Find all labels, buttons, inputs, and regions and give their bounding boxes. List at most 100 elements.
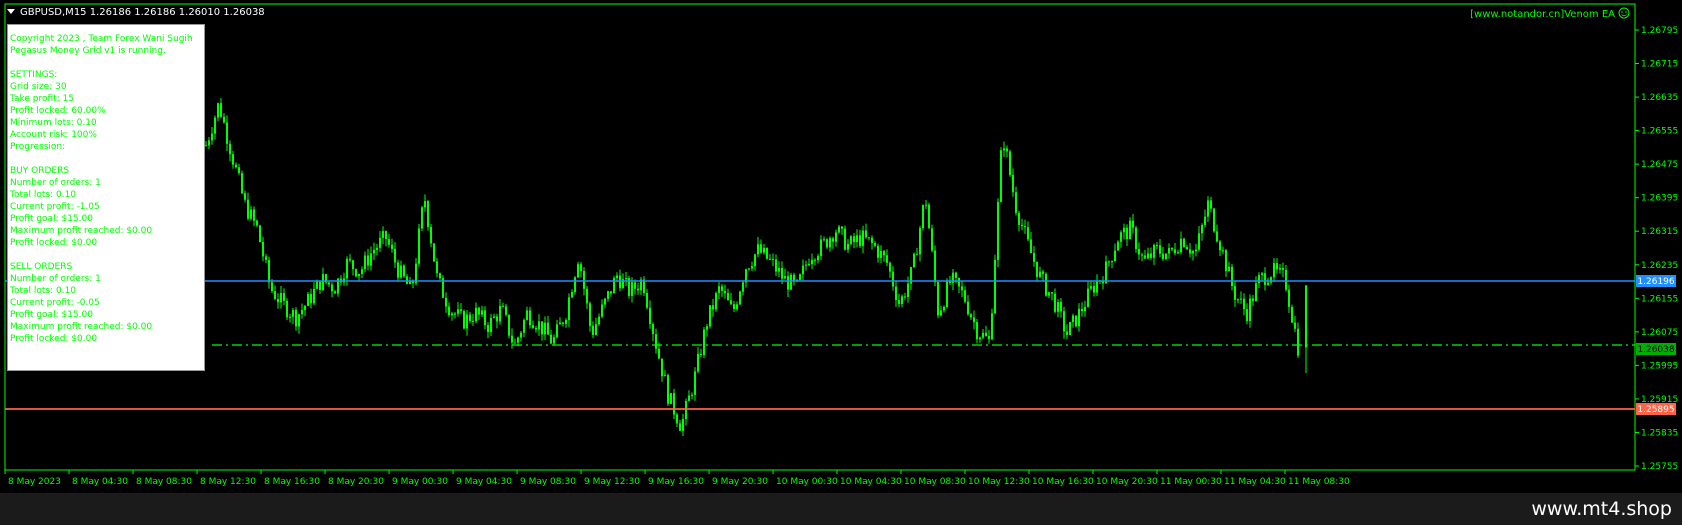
candle [1051,292,1053,301]
candle [349,253,351,263]
candle [1297,322,1299,358]
candle [1048,292,1050,299]
info-line: Pegasus Money Grid v1 is running. [10,46,166,56]
candle [724,284,726,299]
price-tick-label: 1.26315 [1641,227,1678,237]
candle [226,115,228,152]
candle [967,295,969,316]
info-line: Take profit: 15 [10,94,75,104]
candle [670,393,672,404]
time-tick-label: 9 May 16:30 [648,477,704,487]
chart-window[interactable]: GBPUSD,M15 1.26186 1.26186 1.26010 1.260… [0,0,1682,493]
candle [823,236,825,242]
candle [286,298,288,321]
candle [1096,274,1098,296]
candle [541,321,543,341]
candle [628,275,630,299]
candle [640,276,642,296]
candle [970,312,972,320]
time-tick-label: 10 May 08:30 [904,477,966,487]
price-tick-label: 1.26075 [1641,328,1678,338]
candle [1171,247,1173,252]
candle [433,243,435,262]
candle [367,248,369,271]
candle [244,190,246,203]
svg-text:1.26196: 1.26196 [1637,277,1674,287]
candle [373,242,375,261]
candle [493,313,495,319]
candle [988,329,990,344]
chart-menu-triangle-icon[interactable] [7,9,15,14]
candle [265,253,267,264]
candle [562,321,564,327]
candle [718,282,720,300]
candle [913,252,915,268]
candle [994,254,996,315]
candle [442,275,444,299]
candle [1204,209,1206,228]
candle [274,285,276,301]
candle [322,267,324,292]
candle [1219,240,1221,257]
candle [370,246,372,271]
candle [1081,302,1083,317]
info-line [10,57,193,69]
footer-bar: www.mt4.shop [0,493,1682,525]
candle [1054,288,1056,314]
candle [484,306,486,330]
price-tick-label: 1.25755 [1641,462,1678,472]
candle [355,268,357,278]
price-tick-label: 1.26235 [1641,261,1678,271]
info-line [10,249,193,261]
candle [1120,230,1122,248]
candle [688,390,690,402]
info-line: Number of orders: 1 [10,178,101,188]
candle [940,305,942,317]
candle [745,268,747,288]
candle [1072,313,1074,328]
candle [1039,266,1041,279]
candle [766,247,768,260]
candle-last [1305,285,1307,374]
candle [985,325,987,337]
candle [706,323,708,337]
candle [1195,243,1197,257]
candle [238,163,240,175]
candle [1231,263,1233,291]
price-tick-label: 1.26795 [1641,26,1678,36]
candle [364,251,366,273]
candle [469,311,471,324]
candle [1012,168,1014,197]
price-chart[interactable]: GBPUSD,M15 1.26186 1.26186 1.26010 1.260… [0,0,1682,493]
info-line: Grid size: 30 [10,82,67,92]
info-line: Minimum lots: 0.10 [10,118,97,128]
candle [535,325,537,333]
time-axis: 8 May 2023 8 May 04:30 8 May 08:30 8 May 12… [4,470,1350,487]
info-line: Total lots: 0.10 [10,286,77,296]
candle [1249,294,1251,328]
info-line: Profit locked: $0.00 [10,238,98,248]
blue-price-tag: 1.26196 [1636,275,1676,287]
candle [532,320,534,329]
candle [1153,243,1155,265]
candle [358,273,360,281]
candle [679,419,681,432]
candle [568,293,570,328]
candle [1027,221,1029,242]
candle [673,388,675,420]
candle [1252,295,1254,306]
candle [763,243,765,255]
candle [508,314,510,339]
info-line: SETTINGS: [10,70,58,80]
candle [277,293,279,309]
candle [418,223,420,267]
candle [376,244,378,256]
candle [1285,264,1287,292]
candle [451,311,453,321]
candle [646,289,648,310]
candle [1210,196,1212,213]
info-line: Current profit: -1.05 [10,202,100,212]
candle [859,229,861,248]
time-tick-label: 9 May 00:30 [392,477,448,487]
candle [1246,303,1248,325]
